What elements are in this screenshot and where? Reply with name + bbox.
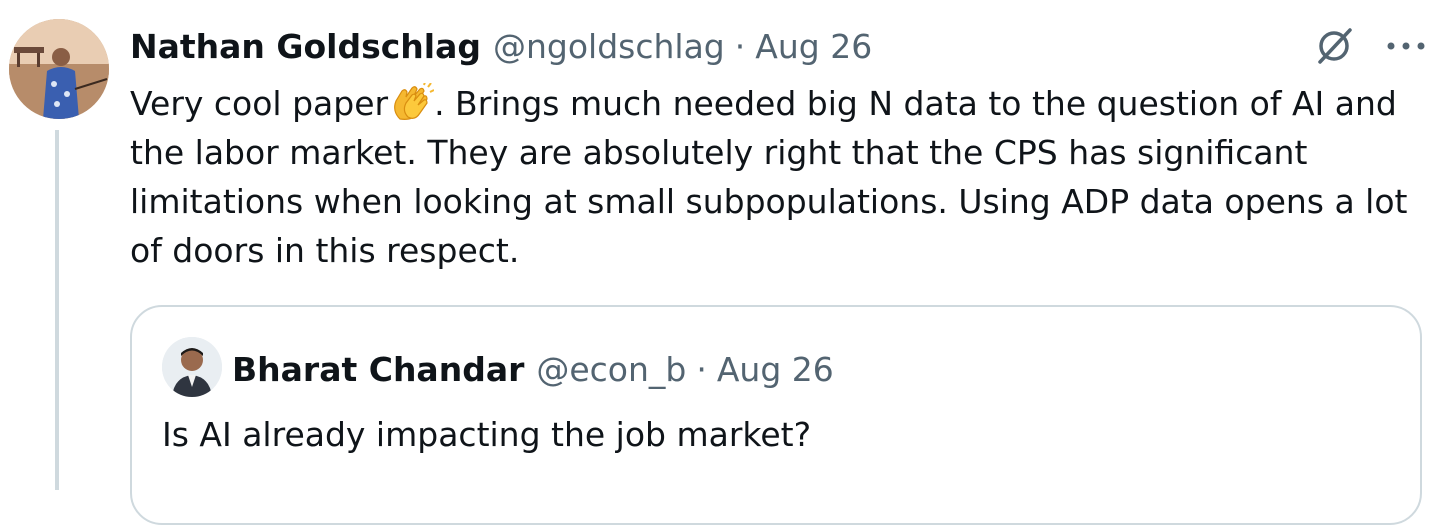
tweet-line-2: the labor market. They are absolutely ri…: [130, 133, 1308, 172]
tweet-line-1: Very cool paper . Brings much needed big…: [130, 79, 1430, 128]
tweet-date[interactable]: Aug 26: [755, 24, 872, 70]
quoted-tweet-date[interactable]: Aug 26: [717, 347, 834, 393]
quoted-separator-dot: ·: [696, 350, 707, 389]
tweet-text-part: Very cool paper: [130, 84, 389, 123]
author-handle[interactable]: @ngoldschlag: [493, 24, 725, 70]
tweet-body: Very cool paper . Brings much needed big…: [130, 79, 1430, 275]
clapping-hands-icon: [388, 81, 435, 123]
separator-dot: ·: [734, 27, 746, 66]
quoted-avatar-photo: [162, 337, 222, 397]
grok-slash-icon[interactable]: [1312, 24, 1356, 68]
tweet-text-part: . Brings much needed big N data to the q…: [434, 84, 1397, 123]
tweet-header: Nathan Goldschlag @ngoldschlag · Aug 26: [130, 24, 872, 70]
quoted-author-avatar[interactable]: [162, 337, 222, 397]
quoted-author-name[interactable]: Bharat Chandar: [232, 347, 524, 393]
quoted-tweet-header: Bharat Chandar @econ_b · Aug 26: [232, 347, 834, 393]
thread-line: [55, 130, 59, 490]
tweet-line-4: of doors in this respect.: [130, 231, 520, 270]
author-name[interactable]: Nathan Goldschlag: [130, 24, 481, 70]
tweet-line-3: limitations when looking at small subpop…: [130, 182, 1408, 221]
more-options-icon[interactable]: [1386, 40, 1426, 52]
avatar-photo: [9, 19, 109, 119]
author-avatar[interactable]: [9, 19, 109, 119]
tweet-actions-top: [1312, 24, 1426, 68]
quoted-tweet-text: Is AI already impacting the job market?: [162, 415, 812, 454]
quoted-author-handle[interactable]: @econ_b: [536, 347, 686, 393]
quoted-tweet-card[interactable]: Bharat Chandar @econ_b · Aug 26 Is AI al…: [130, 305, 1422, 525]
